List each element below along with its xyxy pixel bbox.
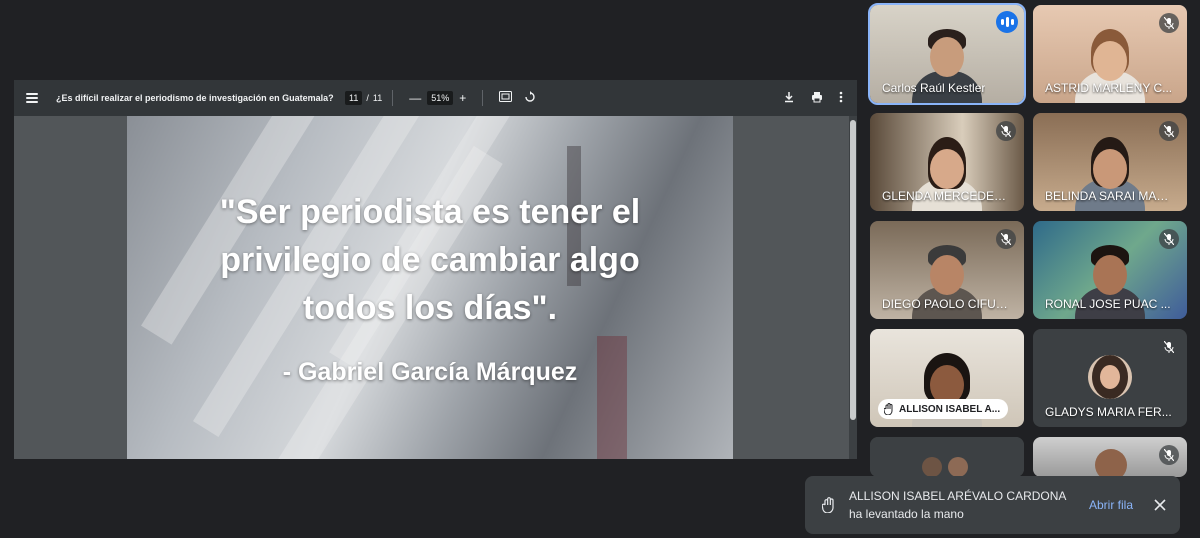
- hand-raised-notification: ALLISON ISABEL ARÉVALO CARDONA ha levant…: [805, 476, 1180, 534]
- participant-tile[interactable]: [870, 437, 1024, 477]
- participant-video: [948, 457, 968, 477]
- open-queue-button[interactable]: Abrir fila: [1089, 498, 1133, 512]
- zoom-level-input[interactable]: 51%: [427, 91, 454, 105]
- notification-text: ALLISON ISABEL ARÉVALO CARDONA ha levant…: [849, 489, 1079, 521]
- participant-name: ASTRID MARLENY C...: [1045, 81, 1173, 95]
- pdf-toolbar-actions: [783, 91, 843, 106]
- participant-tile[interactable]: ALLISON ISABEL A...: [870, 329, 1024, 427]
- pdf-scrollbar-thumb[interactable]: [850, 120, 856, 420]
- participant-tile[interactable]: ASTRID MARLENY C...: [1033, 5, 1187, 103]
- hand-raised-icon: [884, 403, 893, 415]
- slide-quote: "Ser periodista es tener el privilegio d…: [219, 193, 641, 327]
- fit-page-icon[interactable]: [493, 91, 518, 105]
- meet-window: ¿Es difícil realizar el periodismo de in…: [0, 0, 1200, 538]
- participant-tile[interactable]: Carlos Raúl Kestler: [868, 3, 1026, 105]
- participant-name: ALLISON ISABEL A...: [899, 403, 1001, 415]
- participant-tile[interactable]: DIEGO PAOLO CIFUE...: [870, 221, 1024, 319]
- participant-tile[interactable]: BELINDA SARAI MAR...: [1033, 113, 1187, 211]
- slide-quote-block: "Ser periodista es tener el privilegio d…: [127, 116, 733, 459]
- participant-name: BELINDA SARAI MAR...: [1045, 189, 1175, 203]
- notification-message: ha levantado la mano: [849, 507, 964, 521]
- mic-off-icon: [996, 121, 1016, 141]
- more-vert-icon[interactable]: [839, 91, 843, 106]
- participant-tile[interactable]: GLENDA MERCEDES ...: [870, 113, 1024, 211]
- mic-off-icon: [1159, 445, 1179, 465]
- hand-raised-icon: [809, 497, 849, 513]
- toolbar-divider: [392, 90, 394, 106]
- toolbar-divider: [482, 90, 484, 106]
- page-separator: /: [366, 93, 369, 103]
- pdf-toolbar: ¿Es difícil realizar el periodismo de in…: [14, 80, 857, 116]
- video-background: [870, 437, 1024, 477]
- participant-name: DIEGO PAOLO CIFUE...: [882, 297, 1012, 311]
- rotate-icon[interactable]: [518, 90, 542, 106]
- print-icon[interactable]: [811, 91, 823, 106]
- close-icon[interactable]: [1151, 496, 1169, 514]
- slide-author: - Gabriel García Márquez: [282, 358, 578, 386]
- download-icon[interactable]: [783, 91, 795, 106]
- mic-off-icon: [1159, 121, 1179, 141]
- hand-raised-badge: ALLISON ISABEL A...: [878, 399, 1009, 419]
- participant-name: RONAL JOSE PUAC ...: [1045, 297, 1171, 311]
- zoom-in-button[interactable]: +: [453, 91, 472, 105]
- page-indicator: 11 / 11: [345, 91, 382, 105]
- participant-name: Carlos Raúl Kestler: [882, 81, 986, 95]
- mic-off-icon: [1159, 229, 1179, 249]
- notification-participant-name: ALLISON ISABEL ARÉVALO CARDONA: [849, 489, 1067, 503]
- page-total: 11: [372, 93, 383, 103]
- page-number-input[interactable]: 11: [345, 91, 363, 105]
- participant-tile[interactable]: [1033, 437, 1187, 477]
- participant-name: GLADYS MARIA FER...: [1045, 405, 1172, 419]
- participant-name: GLENDA MERCEDES ...: [882, 189, 1012, 203]
- speaking-indicator-icon: [996, 11, 1018, 33]
- zoom-out-button[interactable]: —: [403, 91, 427, 105]
- slide-page: "Ser periodista es tener el privilegio d…: [127, 116, 733, 459]
- participant-video: [922, 457, 942, 477]
- participant-tile[interactable]: GLADYS MARIA FER...: [1033, 329, 1187, 427]
- mic-off-icon: [1159, 337, 1179, 357]
- avatar: [1088, 355, 1132, 399]
- menu-icon[interactable]: [26, 93, 42, 103]
- mic-off-icon: [996, 229, 1016, 249]
- pdf-title: ¿Es difícil realizar el periodismo de in…: [56, 93, 334, 103]
- mic-off-icon: [1159, 13, 1179, 33]
- presentation-pdf-viewer: ¿Es difícil realizar el periodismo de in…: [14, 80, 857, 459]
- participant-tile[interactable]: RONAL JOSE PUAC ...: [1033, 221, 1187, 319]
- participant-video: [1095, 449, 1127, 477]
